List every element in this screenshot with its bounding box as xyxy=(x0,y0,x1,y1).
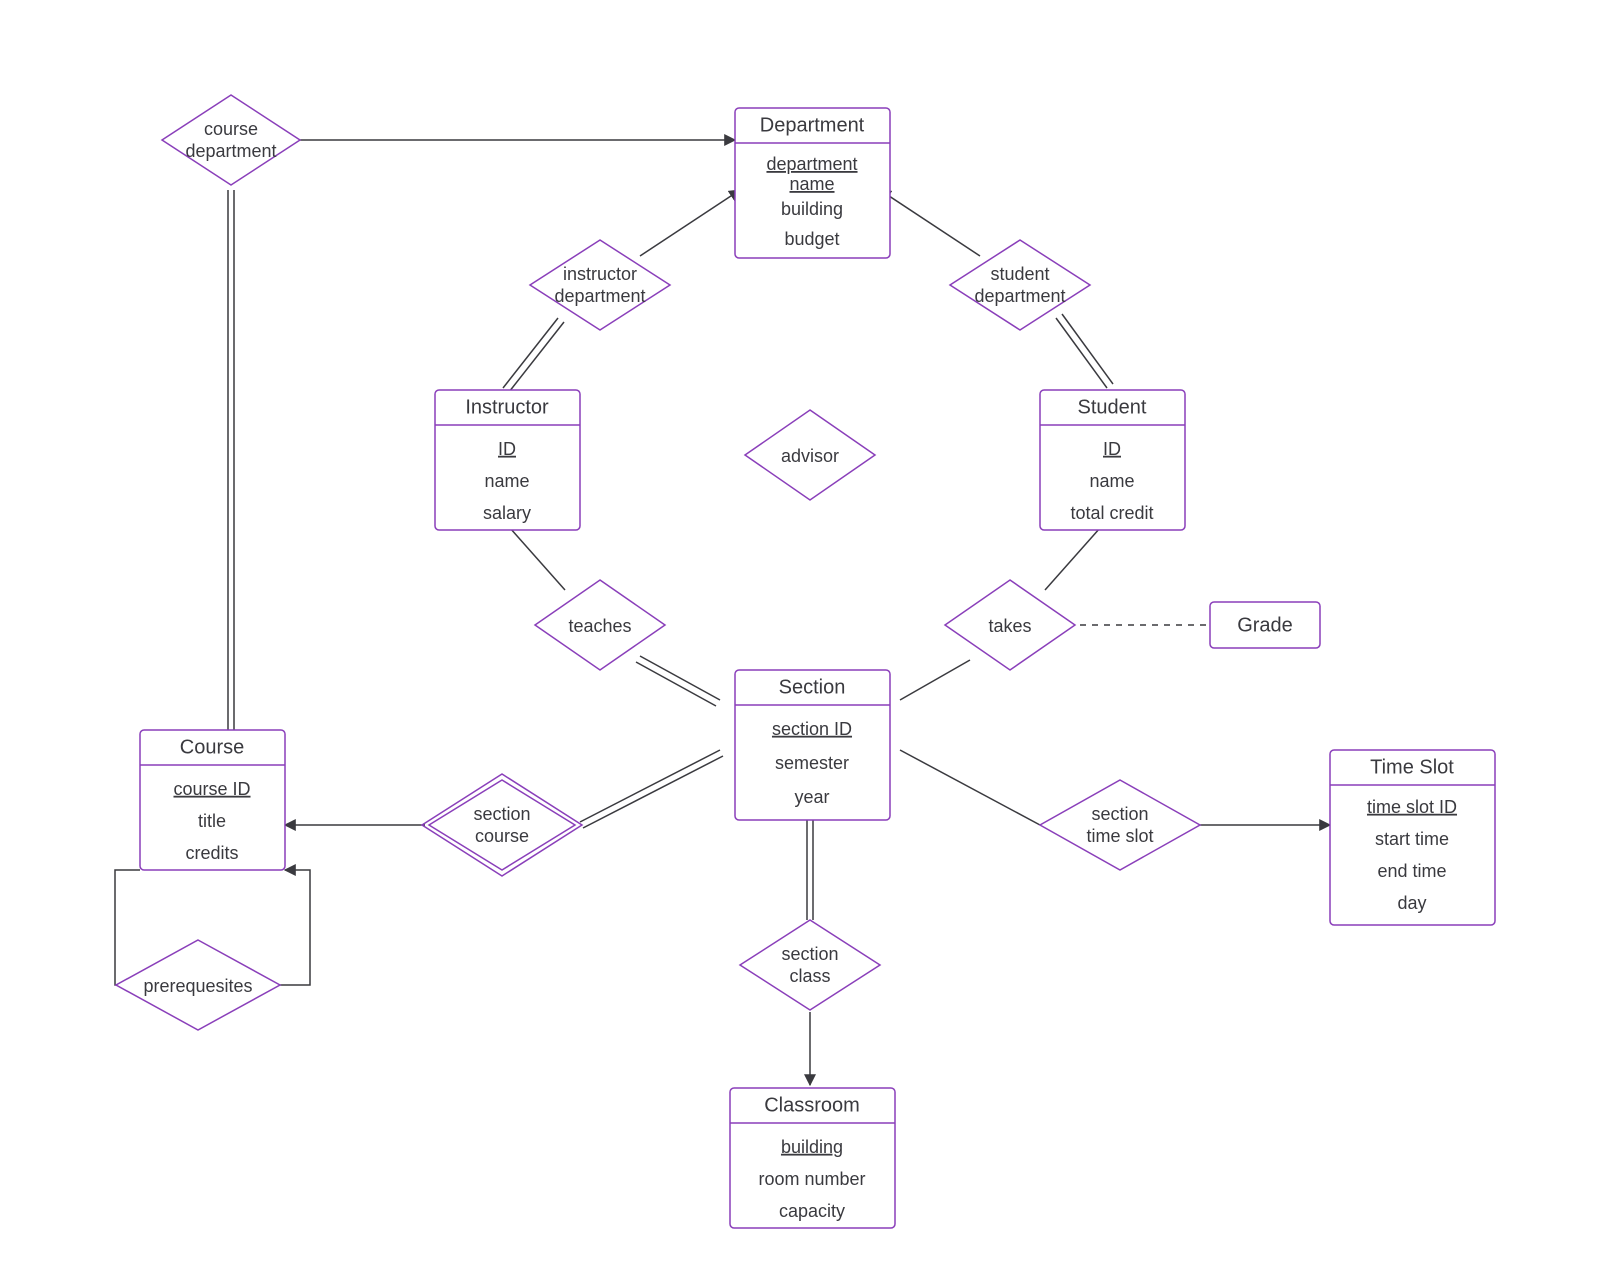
entity-course-attr-0: course ID xyxy=(173,779,250,799)
entity-timeslot-title: Time Slot xyxy=(1370,756,1454,778)
rel-sec-course-label-1: course xyxy=(475,826,529,846)
entity-classroom-title: Classroom xyxy=(764,1094,860,1116)
edge-instr-dept-to-instructor-a xyxy=(503,318,558,388)
edge-stud-dept-to-department xyxy=(880,190,980,256)
entity-student-attr-2: total credit xyxy=(1070,503,1153,523)
entity-timeslot: Time Slot time slot ID start time end ti… xyxy=(1330,750,1495,925)
edge-teaches-to-section-a xyxy=(640,656,720,700)
rel-instr-dept-label-1: department xyxy=(554,286,645,306)
entity-student-attr-1: name xyxy=(1089,471,1134,491)
rel-teaches: teaches xyxy=(535,580,665,670)
rel-takes-label: takes xyxy=(988,616,1031,636)
entity-timeslot-attr-3: day xyxy=(1397,893,1426,913)
entity-department: Department departmentname building budge… xyxy=(735,108,890,258)
rel-section-time-slot: section time slot xyxy=(1040,780,1200,870)
entity-student: Student ID name total credit xyxy=(1040,390,1185,530)
entity-department-attr-2: budget xyxy=(784,229,839,249)
rel-takes: takes xyxy=(945,580,1075,670)
rel-instructor-department: instructor department xyxy=(530,240,670,330)
edge-takes-to-section xyxy=(900,660,970,700)
entity-grade: Grade xyxy=(1210,602,1320,648)
er-diagram: Department department name building budge… xyxy=(0,0,1600,1280)
rel-stud-dept-label-0: student xyxy=(990,264,1049,284)
rel-student-department: student department xyxy=(950,240,1090,330)
entity-instructor-attr-0: ID xyxy=(498,439,516,459)
edge-takes-to-student xyxy=(1045,528,1100,590)
edge-sec-ts-to-section xyxy=(900,750,1040,825)
entity-instructor-attr-1: name xyxy=(484,471,529,491)
rel-section-class: section class xyxy=(740,920,880,1010)
entity-timeslot-attr-2: end time xyxy=(1377,861,1446,881)
rel-advisor: advisor xyxy=(745,410,875,500)
entity-student-attr-0: ID xyxy=(1103,439,1121,459)
entity-instructor: Instructor ID name salary xyxy=(435,390,580,530)
rel-sec-course-label-0: section xyxy=(473,804,530,824)
edge-stud-dept-to-student-b xyxy=(1062,314,1113,384)
edge-prereq-left xyxy=(115,870,140,985)
entity-classroom-attr-2: capacity xyxy=(779,1201,845,1221)
entity-course-attr-2: credits xyxy=(185,843,238,863)
entity-timeslot-attr-0: time slot ID xyxy=(1367,797,1457,817)
entity-instructor-title: Instructor xyxy=(465,396,549,418)
rel-sec-class-label-0: section xyxy=(781,944,838,964)
rel-instr-dept-label-0: instructor xyxy=(563,264,637,284)
rel-advisor-label: advisor xyxy=(781,446,839,466)
entity-grade-title: Grade xyxy=(1237,614,1293,636)
edge-sec-course-to-section-b xyxy=(583,756,723,828)
entity-department-title: Department xyxy=(760,114,865,136)
entity-classroom: Classroom building room number capacity xyxy=(730,1088,895,1228)
rel-sec-class-label-1: class xyxy=(789,966,830,986)
rel-prerequisites: prerequesites xyxy=(116,940,280,1030)
entity-course-attr-1: title xyxy=(198,811,226,831)
rel-course-department-label-0: course xyxy=(204,119,258,139)
rel-prereq-label: prerequesites xyxy=(143,976,252,996)
rel-course-department: course department xyxy=(162,95,300,185)
rel-teaches-label: teaches xyxy=(568,616,631,636)
entity-course-title: Course xyxy=(180,736,244,758)
entity-section-attr-0: section ID xyxy=(772,719,852,739)
entity-instructor-attr-2: salary xyxy=(483,503,531,523)
entity-department-attr-1: building xyxy=(781,199,843,219)
rel-course-department-label-1: department xyxy=(185,141,276,161)
edge-stud-dept-to-student-a xyxy=(1056,318,1107,388)
edge-prereq-right xyxy=(260,870,310,985)
edge-teaches-to-section-b xyxy=(636,662,716,706)
entity-student-title: Student xyxy=(1078,396,1147,418)
entity-timeslot-attr-1: start time xyxy=(1375,829,1449,849)
entity-section-attr-2: year xyxy=(794,787,829,807)
entity-section-title: Section xyxy=(779,676,846,698)
entity-classroom-attr-0: building xyxy=(781,1137,843,1157)
edge-instr-dept-to-department xyxy=(640,190,740,256)
edge-sec-course-to-section-a xyxy=(580,750,720,822)
edge-instr-dept-to-instructor-b xyxy=(509,322,564,392)
entity-section: Section section ID semester year xyxy=(735,670,890,820)
entity-course: Course course ID title credits xyxy=(140,730,285,870)
rel-sec-ts-label-0: section xyxy=(1091,804,1148,824)
rel-stud-dept-label-1: department xyxy=(974,286,1065,306)
entity-classroom-attr-1: room number xyxy=(758,1169,865,1189)
edge-teaches-to-instructor xyxy=(510,528,565,590)
rel-section-course: section course xyxy=(422,774,582,876)
entity-section-attr-1: semester xyxy=(775,753,849,773)
rel-sec-ts-label-1: time slot xyxy=(1086,826,1153,846)
